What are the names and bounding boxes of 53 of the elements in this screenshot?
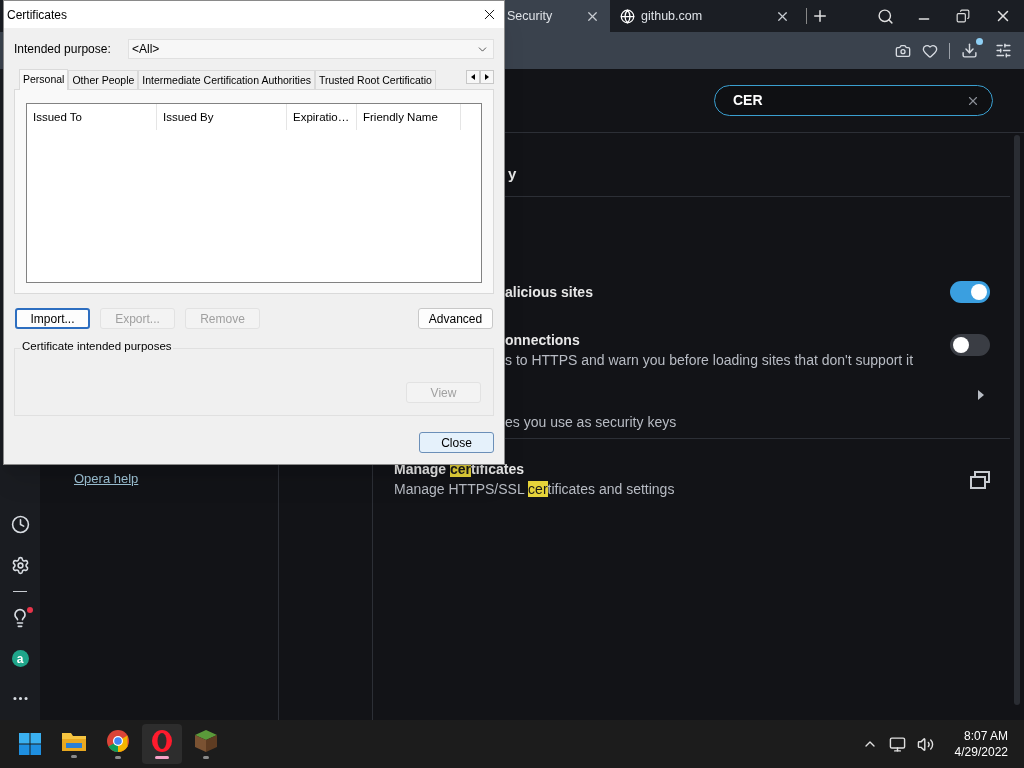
clock-date[interactable]: 4/29/2022 <box>954 744 1008 760</box>
dialog-tab[interactable]: Personal <box>19 69 69 90</box>
group-title: Certificate intended purposes <box>21 339 173 353</box>
setting-title: onnections <box>505 331 581 350</box>
toggle-switch[interactable] <box>950 334 990 356</box>
toggle-switch[interactable] <box>950 281 990 303</box>
caret-right-icon[interactable] <box>978 390 984 400</box>
opera-logo-icon <box>150 729 174 753</box>
download-icon[interactable] <box>961 42 978 59</box>
purpose-dropdown[interactable]: <All> <box>128 39 494 59</box>
globe-icon <box>620 8 635 24</box>
grass-block-icon <box>194 729 218 753</box>
setting-description: es you use as security keys <box>505 413 677 432</box>
advanced-button[interactable]: Advanced <box>418 308 493 329</box>
setting-title: alicious sites <box>505 283 593 302</box>
taskbar-app[interactable] <box>142 724 182 764</box>
heart-icon[interactable] <box>922 42 938 59</box>
search-icon[interactable] <box>877 7 894 25</box>
column-header[interactable]: Expiratio… <box>287 104 357 130</box>
browser-tab[interactable]: Security <box>505 0 610 32</box>
windows-logo-icon <box>18 732 42 756</box>
tab-title: github.com <box>641 7 703 25</box>
dialog-button[interactable]: Import... <box>15 308 90 329</box>
column-header[interactable]: Issued To <box>27 104 157 130</box>
setting-description: s to HTTPS and warn you before loading sites that don't support it <box>505 351 914 370</box>
restore-icon[interactable] <box>956 9 970 23</box>
tab-title: Security <box>507 7 553 25</box>
windows-stack-icon[interactable] <box>970 471 990 489</box>
caret-right-icon <box>485 74 489 80</box>
dialog-title: Certificates <box>7 6 68 24</box>
caret-left-icon <box>471 74 475 80</box>
tab-scroll-left[interactable] <box>466 70 480 84</box>
column-header[interactable]: Issued By <box>157 104 287 130</box>
volume-icon[interactable] <box>916 735 934 753</box>
new-tab-icon[interactable] <box>811 7 829 25</box>
dialog-tab[interactable]: Intermediate Certification Authorities <box>138 70 315 89</box>
settings-sliders-icon[interactable] <box>995 42 1012 59</box>
help-link[interactable]: Opera help <box>74 469 278 489</box>
close-button[interactable]: Close <box>419 432 494 453</box>
chrome-logo-icon <box>106 729 130 753</box>
folder-icon <box>61 730 87 752</box>
camera-icon[interactable] <box>895 42 911 59</box>
clock-icon[interactable] <box>10 515 30 534</box>
dialog-tab[interactable]: Other People <box>68 70 139 89</box>
settings-icon[interactable] <box>10 556 30 575</box>
field-label: Intended purpose: <box>14 41 112 58</box>
network-icon[interactable] <box>888 735 906 753</box>
section-heading: y <box>507 164 518 184</box>
tab-scroll-right[interactable] <box>480 70 494 84</box>
clock-time[interactable]: 8:07 AM <box>963 728 1008 744</box>
column-header[interactable]: Friendly Name <box>357 104 461 130</box>
dialog-tab[interactable]: Trusted Root Certificatio <box>315 70 436 89</box>
settings-search-field[interactable]: CER <box>714 85 993 116</box>
